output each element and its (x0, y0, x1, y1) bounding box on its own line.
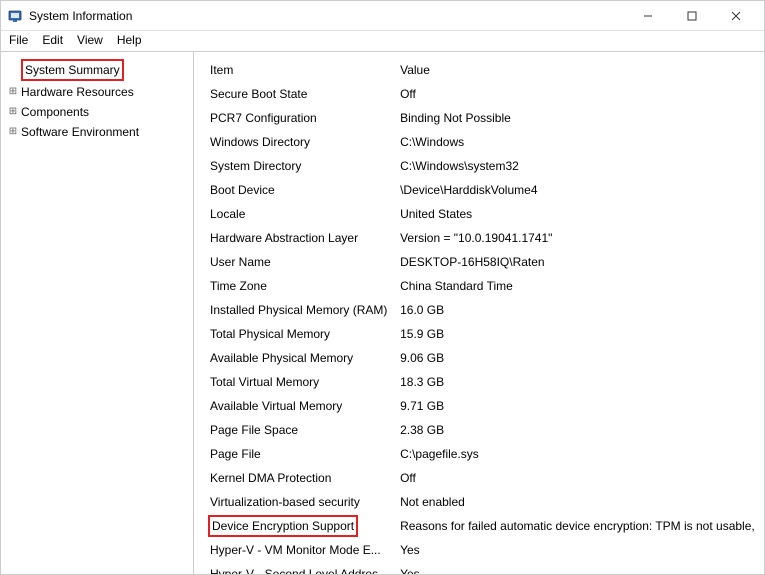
table-row[interactable]: Boot Device\Device\HarddiskVolume4 (204, 178, 761, 202)
cell-item: Hyper-V - Second Level Addres... (204, 562, 394, 574)
maximize-button[interactable] (670, 2, 714, 30)
table-row[interactable]: User NameDESKTOP-16H58IQ\Raten (204, 250, 761, 274)
main-panel: Item Value Secure Boot StateOffPCR7 Conf… (194, 52, 764, 574)
window-title: System Information (29, 9, 626, 23)
menu-help[interactable]: Help (117, 33, 142, 47)
cell-value: 16.0 GB (394, 298, 761, 322)
cell-item: Available Virtual Memory (204, 394, 394, 418)
menu-view[interactable]: View (77, 33, 103, 47)
cell-item: Hyper-V - VM Monitor Mode E... (204, 538, 394, 562)
cell-value: 9.71 GB (394, 394, 761, 418)
cell-item: Total Physical Memory (204, 322, 394, 346)
highlight-box: Device Encryption Support (208, 515, 358, 537)
cell-value: 18.3 GB (394, 370, 761, 394)
cell-item: Secure Boot State (204, 82, 394, 106)
cell-item: Hardware Abstraction Layer (204, 226, 394, 250)
cell-value: C:\Windows\system32 (394, 154, 761, 178)
info-table: Item Value Secure Boot StateOffPCR7 Conf… (204, 58, 761, 574)
cell-item: Boot Device (204, 178, 394, 202)
cell-value: Off (394, 466, 761, 490)
cell-value: 9.06 GB (394, 346, 761, 370)
expand-icon[interactable]: ⊞ (7, 103, 19, 121)
cell-item: PCR7 Configuration (204, 106, 394, 130)
content-area: System Summary⊞Hardware Resources⊞Compon… (1, 52, 764, 574)
msinfo32-icon (7, 8, 23, 24)
cell-item: Windows Directory (204, 130, 394, 154)
minimize-button[interactable] (626, 2, 670, 30)
cell-value: Version = "10.0.19041.1741" (394, 226, 761, 250)
cell-item: Available Physical Memory (204, 346, 394, 370)
cell-item: Time Zone (204, 274, 394, 298)
table-row[interactable]: Page File Space2.38 GB (204, 418, 761, 442)
table-row[interactable]: Secure Boot StateOff (204, 82, 761, 106)
table-row[interactable]: Virtualization-based securityNot enabled (204, 490, 761, 514)
table-row[interactable]: Windows DirectoryC:\Windows (204, 130, 761, 154)
sidebar-item-software-environment[interactable]: ⊞Software Environment (5, 122, 189, 142)
cell-item: Page File Space (204, 418, 394, 442)
table-row[interactable]: Device Encryption Support Reasons for fai… (204, 514, 761, 538)
cell-item: User Name (204, 250, 394, 274)
table-row[interactable]: Hyper-V - VM Monitor Mode E...Yes (204, 538, 761, 562)
cell-value: United States (394, 202, 761, 226)
sidebar-item-system-summary[interactable]: System Summary (5, 58, 189, 82)
cell-item: Virtualization-based security (204, 490, 394, 514)
menu-edit[interactable]: Edit (42, 33, 63, 47)
cell-value: China Standard Time (394, 274, 761, 298)
table-row[interactable]: System DirectoryC:\Windows\system32 (204, 154, 761, 178)
table-row[interactable]: Kernel DMA ProtectionOff (204, 466, 761, 490)
close-button[interactable] (714, 2, 758, 30)
highlight-box: System Summary (21, 59, 124, 81)
sidebar-item-components[interactable]: ⊞Components (5, 102, 189, 122)
sidebar-item-label: System Summary (25, 63, 120, 77)
cell-item: Kernel DMA Protection (204, 466, 394, 490)
cell-value: 15.9 GB (394, 322, 761, 346)
menubar: File Edit View Help (1, 31, 764, 52)
cell-value: Yes (394, 538, 761, 562)
table-row[interactable]: PCR7 ConfigurationBinding Not Possible (204, 106, 761, 130)
cell-item: Total Virtual Memory (204, 370, 394, 394)
cell-value: DESKTOP-16H58IQ\Raten (394, 250, 761, 274)
table-row[interactable]: Hardware Abstraction LayerVersion = "10.… (204, 226, 761, 250)
cell-item: Device Encryption Support (204, 514, 394, 538)
sidebar-item-label: Software Environment (21, 123, 139, 141)
sidebar-item-label: Hardware Resources (21, 83, 134, 101)
table-row[interactable]: Page FileC:\pagefile.sys (204, 442, 761, 466)
cell-item: Page File (204, 442, 394, 466)
menu-file[interactable]: File (9, 33, 28, 47)
table-row[interactable]: Total Physical Memory15.9 GB (204, 322, 761, 346)
table-row[interactable]: Hyper-V - Second Level Addres...Yes (204, 562, 761, 574)
sidebar-item-hardware-resources[interactable]: ⊞Hardware Resources (5, 82, 189, 102)
table-row[interactable]: Available Virtual Memory9.71 GB (204, 394, 761, 418)
cell-value: \Device\HarddiskVolume4 (394, 178, 761, 202)
cell-value: C:\pagefile.sys (394, 442, 761, 466)
cell-value: 2.38 GB (394, 418, 761, 442)
cell-value: Binding Not Possible (394, 106, 761, 130)
cell-value: Not enabled (394, 490, 761, 514)
cell-value: Reasons for failed automatic device encr… (394, 514, 761, 538)
sidebar: System Summary⊞Hardware Resources⊞Compon… (1, 52, 194, 574)
table-row[interactable]: Installed Physical Memory (RAM)16.0 GB (204, 298, 761, 322)
cell-value: Yes (394, 562, 761, 574)
cell-value: C:\Windows (394, 130, 761, 154)
table-row[interactable]: Total Virtual Memory18.3 GB (204, 370, 761, 394)
expand-icon[interactable]: ⊞ (7, 83, 19, 101)
table-row[interactable]: Available Physical Memory9.06 GB (204, 346, 761, 370)
cell-item: Locale (204, 202, 394, 226)
sidebar-item-label: Components (21, 103, 89, 121)
titlebar: System Information (1, 1, 764, 31)
table-row[interactable]: LocaleUnited States (204, 202, 761, 226)
expand-icon[interactable]: ⊞ (7, 123, 19, 141)
header-item[interactable]: Item (204, 58, 394, 82)
cell-item: System Directory (204, 154, 394, 178)
cell-item: Installed Physical Memory (RAM) (204, 298, 394, 322)
table-row[interactable]: Time ZoneChina Standard Time (204, 274, 761, 298)
cell-value: Off (394, 82, 761, 106)
header-value[interactable]: Value (394, 58, 761, 82)
